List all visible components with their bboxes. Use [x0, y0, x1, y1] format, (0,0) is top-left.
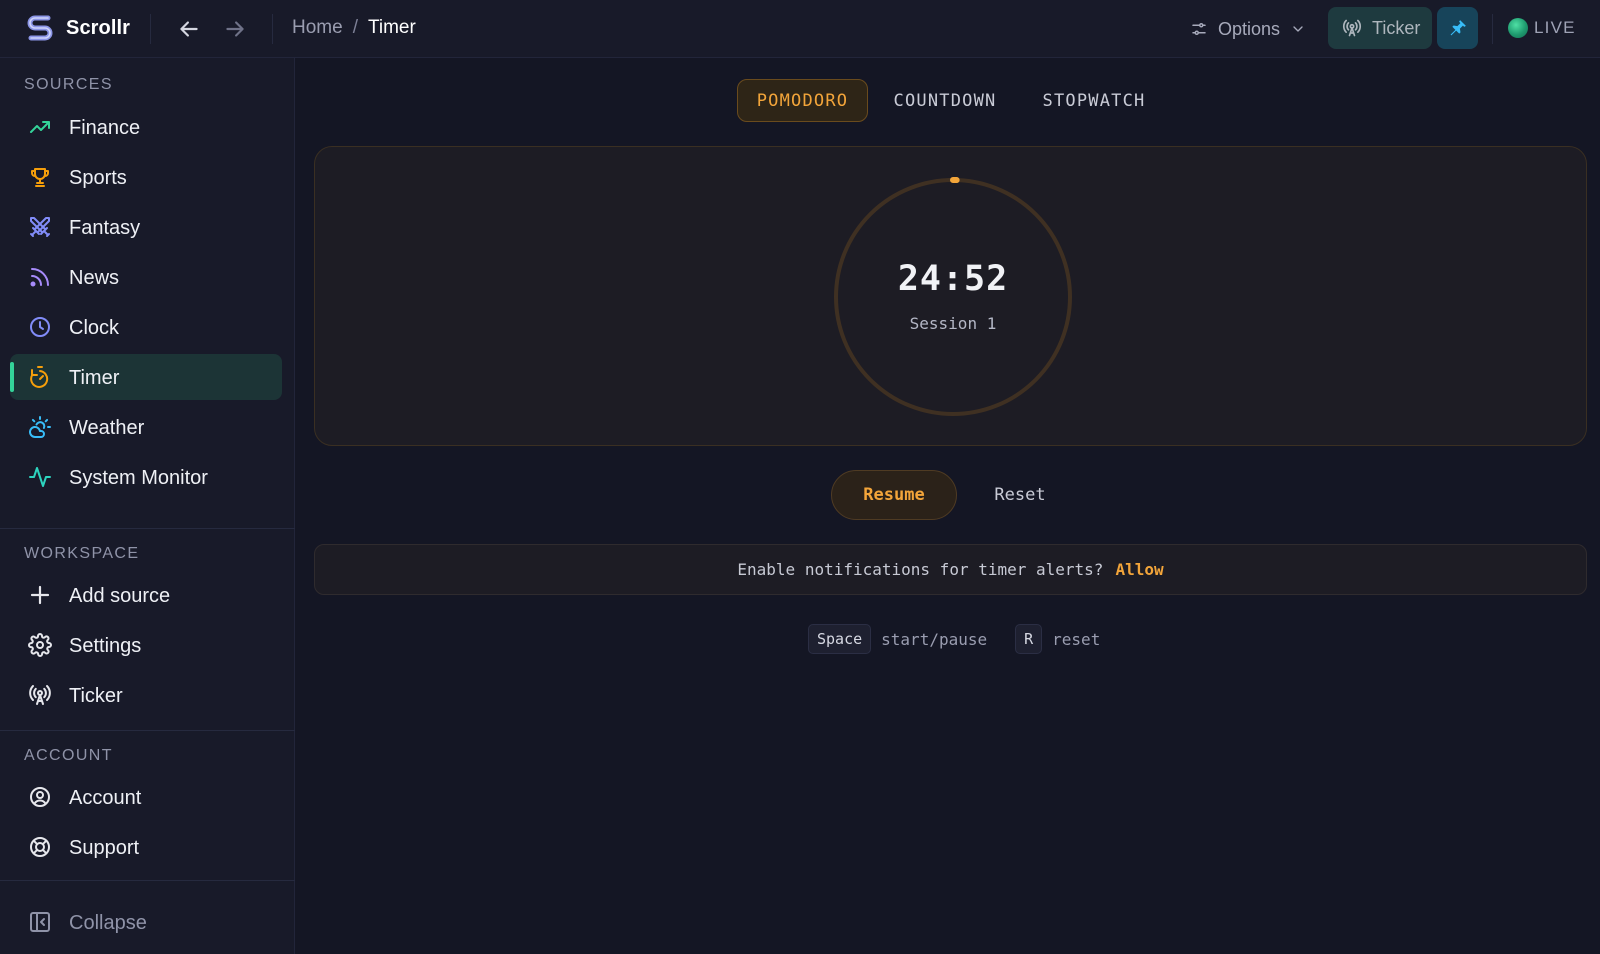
workspace-heading: WORKSPACE — [24, 545, 140, 562]
sidebar-item-label: Support — [69, 837, 140, 859]
sidebar-item-label: Finance — [69, 117, 141, 139]
sidebar-item-finance[interactable]: Finance — [10, 104, 282, 150]
back-arrow-icon[interactable] — [176, 16, 202, 42]
account-heading: ACCOUNT — [24, 747, 113, 764]
sidebar-item-settings[interactable]: Settings — [10, 622, 282, 668]
sidebar-item-label: Sports — [69, 167, 127, 189]
options-label: Options — [1218, 18, 1281, 39]
activity-icon — [28, 465, 52, 489]
sidebar-item-fantasy[interactable]: Fantasy — [10, 204, 282, 250]
shortcut-key: R — [1015, 624, 1043, 654]
shortcut-description: reset — [1052, 629, 1101, 649]
sidebar-divider — [0, 730, 295, 731]
sidebar-item-account[interactable]: Account — [10, 774, 282, 820]
sidebar-item-timer[interactable]: Timer — [10, 354, 282, 400]
divider — [150, 14, 151, 44]
sources-heading: SOURCES — [24, 76, 113, 93]
chevron-down-icon — [1290, 21, 1306, 37]
pin-icon — [1448, 18, 1468, 38]
session-label: Session 1 — [909, 314, 997, 333]
timer-icon — [28, 365, 52, 389]
sidebar-item-label: Timer — [69, 367, 120, 389]
timer-display: 24:52 — [897, 259, 1009, 299]
shortcut-description: start/pause — [881, 629, 988, 649]
sidebar-item-ticker[interactable]: Ticker — [10, 672, 282, 718]
options-button[interactable]: Options — [1180, 10, 1312, 48]
sidebar-item-label: Clock — [69, 317, 120, 339]
ticker-button[interactable]: Ticker — [1328, 7, 1432, 49]
broadcast-icon — [1342, 18, 1362, 38]
allow-notifications-button[interactable]: Allow — [1115, 560, 1163, 579]
sidebar-divider — [0, 880, 295, 881]
sidebar-item-add-source[interactable]: Add source — [10, 572, 282, 618]
breadcrumb: Home / Timer — [292, 17, 416, 39]
trophy-icon — [28, 165, 52, 189]
sliders-icon — [1190, 20, 1208, 38]
sidebar-item-label: System Monitor — [69, 467, 208, 489]
reset-button[interactable]: Reset — [975, 470, 1065, 520]
divider — [1492, 14, 1493, 44]
app-title: Scrollr — [66, 17, 131, 39]
tab-countdown[interactable]: COUNTDOWN — [878, 79, 1012, 122]
tab-stopwatch[interactable]: STOPWATCH — [1030, 79, 1158, 122]
lifebuoy-icon — [28, 835, 52, 859]
notification-message: Enable notifications for timer alerts? — [737, 560, 1104, 579]
live-indicator-icon — [1508, 18, 1528, 38]
live-label: LIVE — [1534, 18, 1576, 37]
sidebar-item-sports[interactable]: Sports — [10, 154, 282, 200]
sidebar-item-label: Weather — [69, 417, 145, 439]
gear-icon — [28, 633, 52, 657]
sidebar-item-label: News — [69, 267, 120, 289]
breadcrumb-current: Timer — [367, 17, 416, 38]
broadcast-icon — [28, 683, 52, 707]
sidebar-item-label: Settings — [69, 635, 142, 657]
resume-button[interactable]: Resume — [831, 470, 957, 520]
sidebar-item-label: Account — [69, 787, 142, 809]
sidebar-item-support[interactable]: Support — [10, 824, 282, 870]
sidebar-item-system-monitor[interactable]: System Monitor — [10, 454, 282, 500]
notification-banner: Enable notifications for timer alerts? A… — [314, 544, 1587, 595]
collapse-button[interactable]: Collapse — [10, 902, 282, 942]
swords-icon — [28, 215, 52, 239]
sidebar-item-label: Ticker — [69, 685, 123, 707]
breadcrumb-home-link[interactable]: Home — [292, 17, 343, 39]
divider — [272, 14, 273, 44]
forward-arrow-icon[interactable] — [222, 16, 248, 42]
sidebar-item-label: Add source — [69, 585, 171, 607]
ticker-label: Ticker — [1372, 17, 1421, 38]
sidebar-divider — [0, 528, 295, 529]
pin-button[interactable] — [1437, 7, 1478, 49]
sidebar-item-clock[interactable]: Clock — [10, 304, 282, 350]
shortcut-key: Space — [808, 624, 872, 654]
sidebar: SOURCES Finance Sports Fantasy News Cloc… — [0, 58, 295, 954]
top-bar: Scrollr Home / Timer Options Ticker LIVE — [0, 0, 1600, 58]
sidebar-item-news[interactable]: News — [10, 254, 282, 300]
sidebar-item-weather[interactable]: Weather — [10, 404, 282, 450]
clock-icon — [28, 315, 52, 339]
scrollr-logo-icon[interactable] — [24, 12, 56, 44]
trending-up-icon — [28, 115, 52, 139]
collapse-sidebar-icon — [28, 910, 52, 934]
keyboard-shortcuts: Space start/pause R reset — [808, 624, 1100, 654]
plus-icon — [28, 583, 52, 607]
cloud-sun-icon — [28, 415, 52, 439]
sidebar-item-label: Fantasy — [69, 217, 141, 239]
rss-icon — [28, 265, 52, 289]
tab-pomodoro[interactable]: POMODORO — [737, 79, 868, 122]
live-status: LIVE — [1508, 18, 1576, 38]
collapse-label: Collapse — [69, 912, 147, 934]
breadcrumb-separator: / — [352, 17, 358, 38]
user-circle-icon — [28, 785, 52, 809]
